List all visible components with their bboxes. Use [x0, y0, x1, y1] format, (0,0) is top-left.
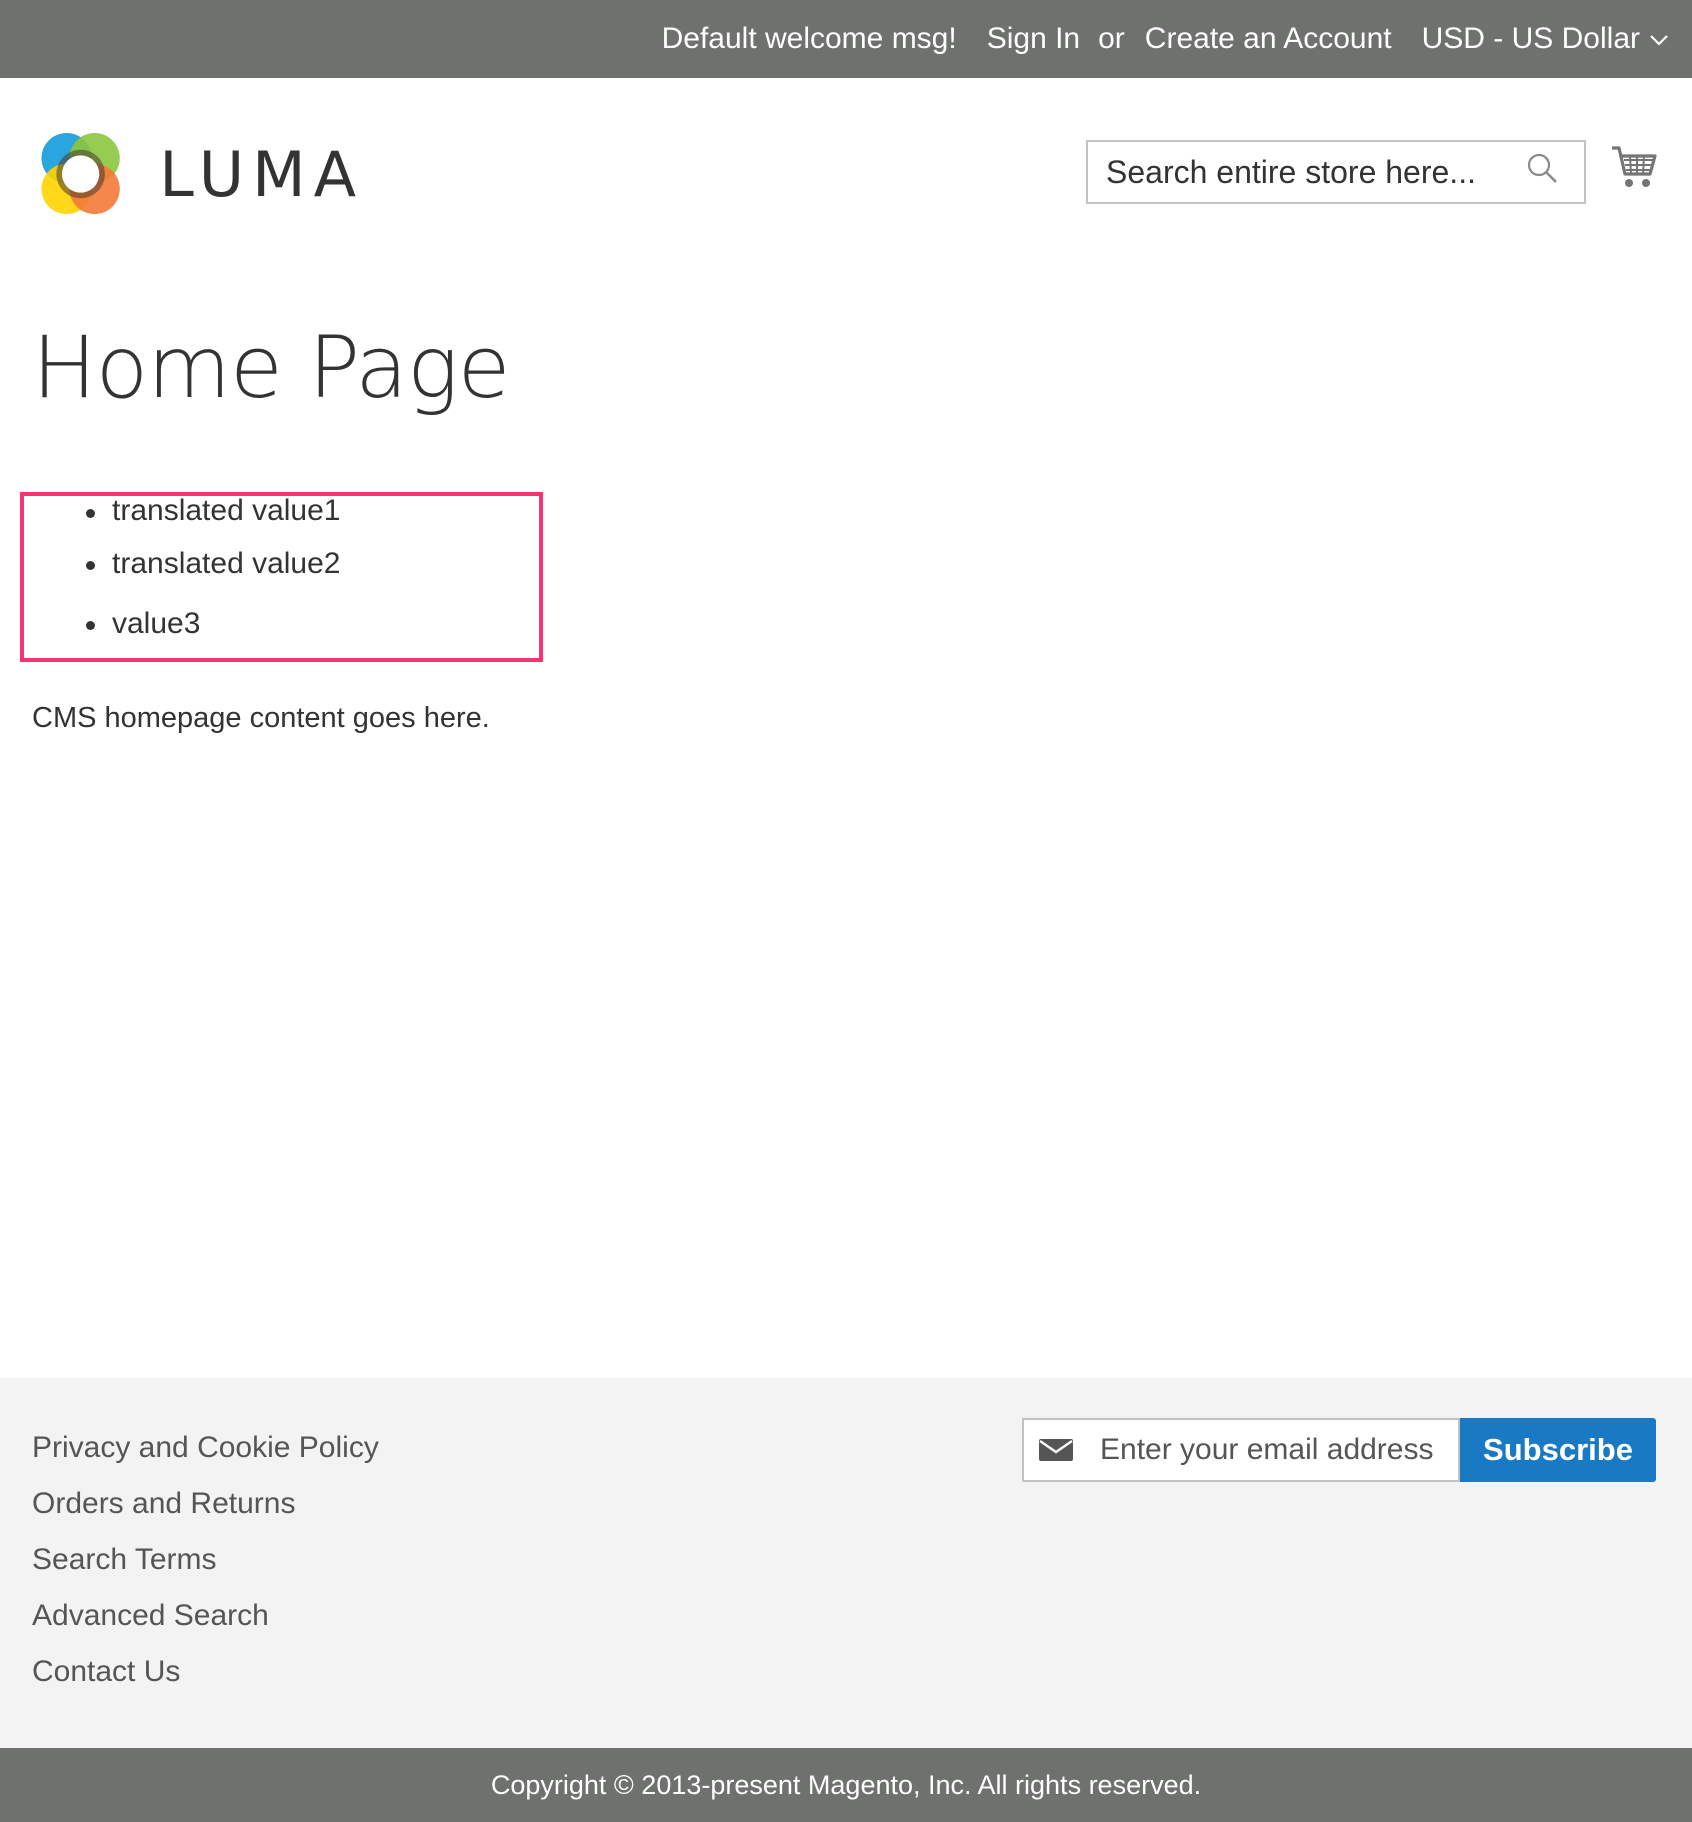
- subscribe-button[interactable]: Subscribe: [1460, 1418, 1656, 1482]
- footer-link-search-terms[interactable]: Search Terms: [32, 1532, 379, 1588]
- search-icon[interactable]: [1526, 152, 1566, 192]
- footer-link-advanced-search[interactable]: Advanced Search: [32, 1588, 379, 1644]
- footer-links: Privacy and Cookie Policy Orders and Ret…: [32, 1420, 379, 1700]
- list-item: translated value1: [86, 492, 341, 534]
- cms-content: CMS homepage content goes here.: [32, 702, 490, 734]
- logo-text: LUMA: [159, 137, 364, 211]
- footer-link-contact-us[interactable]: Contact Us: [32, 1644, 379, 1700]
- newsletter-email-input[interactable]: [1100, 1433, 1458, 1467]
- store-logo[interactable]: LUMA: [34, 122, 364, 226]
- luma-logo-icon: [41, 132, 120, 215]
- currency-label: USD - US Dollar: [1421, 22, 1640, 55]
- or-separator: or: [1098, 22, 1125, 55]
- page-title: Home Page: [32, 318, 511, 418]
- footer-link-orders-returns[interactable]: Orders and Returns: [32, 1476, 379, 1532]
- envelope-icon: [1038, 1437, 1074, 1463]
- sign-in-link[interactable]: Sign In: [987, 22, 1080, 56]
- search-input[interactable]: [1106, 153, 1526, 191]
- list-item: translated value2: [86, 534, 341, 594]
- header-panel: Default welcome msg! Sign In or Create a…: [0, 0, 1692, 78]
- footer-link-privacy[interactable]: Privacy and Cookie Policy: [32, 1420, 379, 1476]
- cart-icon[interactable]: [1610, 144, 1658, 190]
- currency-switcher[interactable]: USD - US Dollar: [1422, 22, 1670, 56]
- chevron-down-icon: [1648, 28, 1670, 50]
- translated-list: translated value1 translated value2 valu…: [86, 492, 341, 654]
- footer: Privacy and Cookie Policy Orders and Ret…: [0, 1378, 1692, 1748]
- create-account-link[interactable]: Create an Account: [1145, 22, 1392, 56]
- welcome-message: Default welcome msg!: [661, 22, 957, 55]
- list-item: value3: [86, 594, 341, 654]
- newsletter-field[interactable]: [1022, 1418, 1460, 1482]
- search-box[interactable]: [1086, 140, 1586, 204]
- newsletter-form: Subscribe: [1022, 1418, 1656, 1482]
- copyright: Copyright © 2013-present Magento, Inc. A…: [0, 1748, 1692, 1822]
